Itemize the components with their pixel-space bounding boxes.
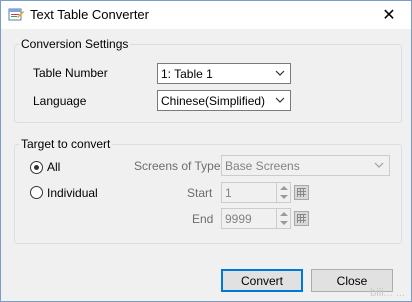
convert-button[interactable]: Convert bbox=[221, 269, 303, 292]
end-value: 9999 bbox=[225, 212, 252, 226]
start-updown[interactable] bbox=[276, 183, 290, 202]
chevron-down-icon bbox=[275, 70, 285, 76]
table-number-value: 1: Table 1 bbox=[161, 66, 213, 81]
start-label: Start bbox=[187, 186, 213, 200]
screens-of-type-label: Screens of Type bbox=[134, 159, 221, 173]
close-icon: ✕ bbox=[382, 7, 396, 24]
individual-radio-label[interactable]: Individual bbox=[47, 186, 98, 200]
target-legend: Target to convert bbox=[21, 137, 111, 151]
all-radio[interactable] bbox=[30, 161, 43, 174]
app-icon bbox=[8, 8, 24, 21]
individual-radio[interactable] bbox=[30, 186, 43, 199]
language-label: Language bbox=[33, 94, 87, 108]
table-number-select[interactable]: 1: Table 1 bbox=[157, 63, 291, 84]
end-updown[interactable] bbox=[276, 209, 290, 228]
end-label: End bbox=[192, 212, 214, 226]
chevron-down-icon bbox=[374, 162, 384, 168]
chevron-down-icon bbox=[275, 97, 285, 103]
up-arrow-icon[interactable] bbox=[280, 212, 288, 216]
watermark: bili... ... bbox=[370, 287, 405, 299]
dialog-window: Text Table Converter ✕ Conversion Settin… bbox=[0, 0, 412, 302]
down-arrow-icon[interactable] bbox=[280, 221, 288, 225]
window-title: Text Table Converter bbox=[30, 7, 149, 22]
conversion-settings-legend: Conversion Settings bbox=[21, 37, 129, 51]
start-spinner[interactable]: 1 bbox=[221, 182, 291, 203]
screens-of-type-value: Base Screens bbox=[225, 158, 300, 173]
screens-of-type-select[interactable]: Base Screens bbox=[221, 155, 390, 176]
end-spinner[interactable]: 9999 bbox=[221, 208, 291, 229]
language-select[interactable]: Chinese(Simplified) bbox=[157, 90, 291, 111]
keypad-icon[interactable] bbox=[294, 211, 309, 226]
keypad-icon[interactable] bbox=[294, 185, 309, 200]
up-arrow-icon[interactable] bbox=[280, 186, 288, 190]
language-value: Chinese(Simplified) bbox=[161, 93, 266, 108]
down-arrow-icon[interactable] bbox=[280, 195, 288, 199]
all-radio-label[interactable]: All bbox=[47, 160, 60, 174]
title-bar[interactable]: Text Table Converter ✕ bbox=[1, 1, 411, 29]
start-value: 1 bbox=[225, 186, 232, 200]
close-window-button[interactable]: ✕ bbox=[367, 1, 411, 29]
table-number-label: Table Number bbox=[33, 66, 108, 80]
